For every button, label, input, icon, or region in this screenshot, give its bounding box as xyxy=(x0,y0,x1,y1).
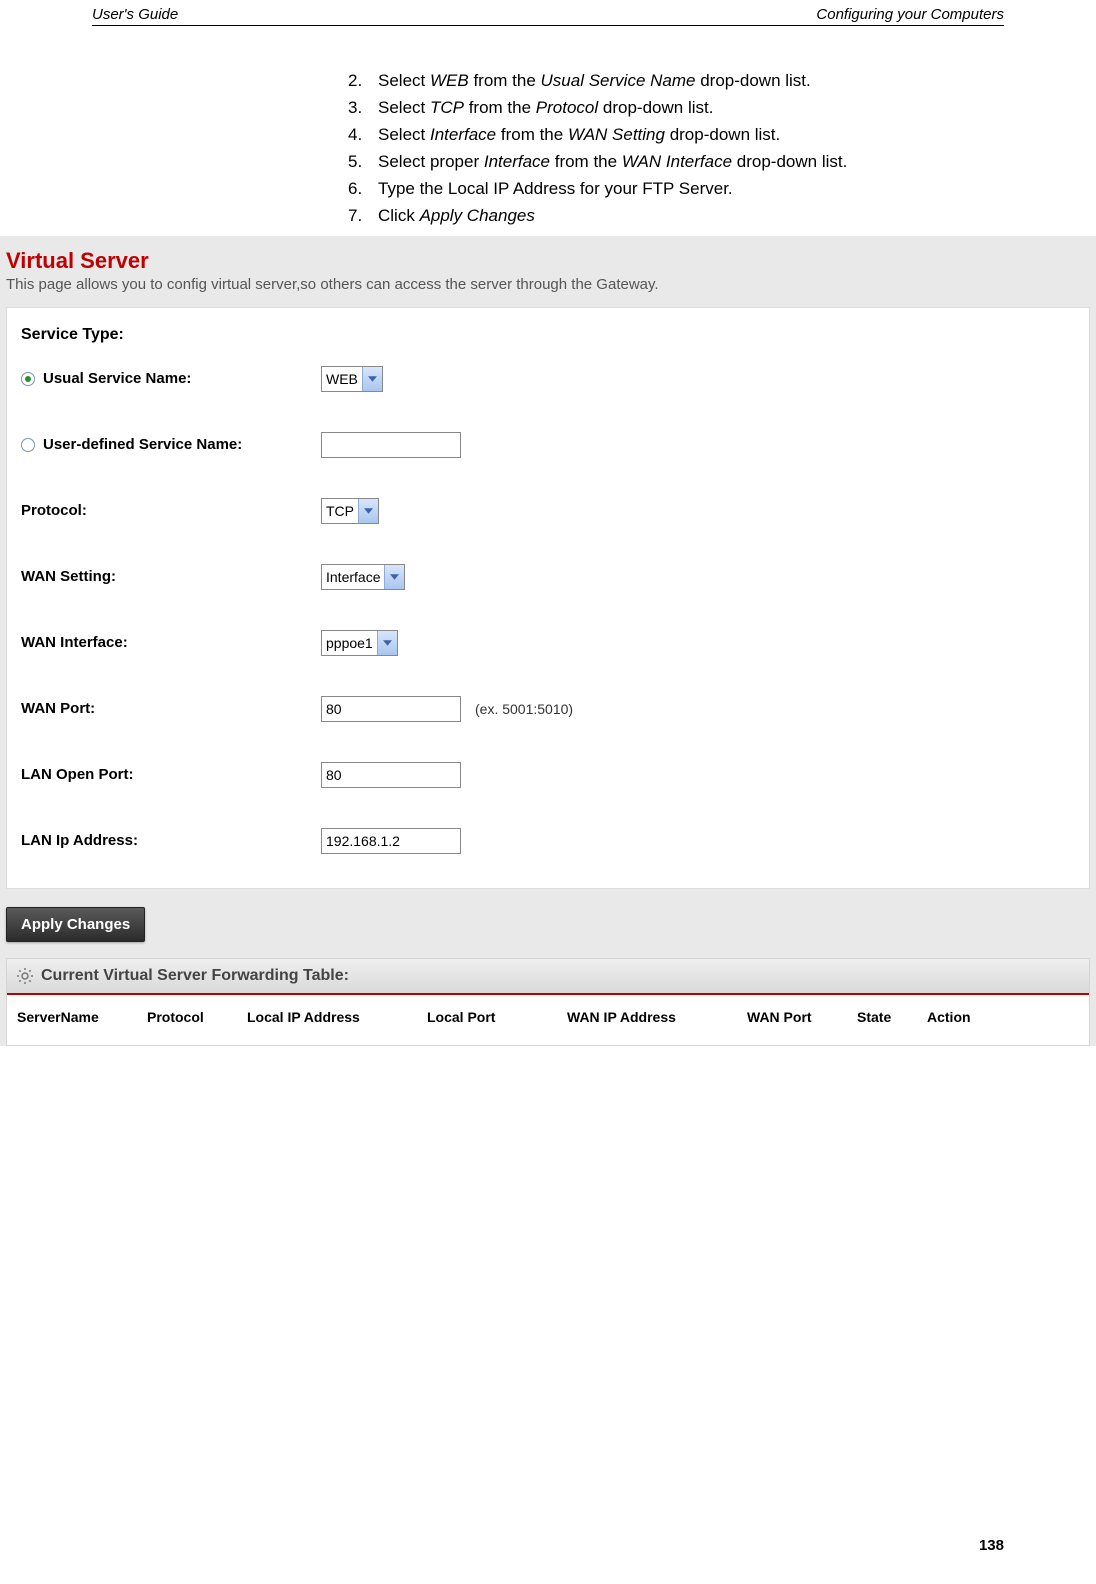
instruction-item: 2.Select WEB from the Usual Service Name… xyxy=(348,70,948,93)
instruction-text: Type the Local IP Address for your FTP S… xyxy=(378,178,948,201)
doc-header: User's Guide Configuring your Computers xyxy=(92,0,1004,26)
usual-service-radio[interactable] xyxy=(21,372,35,386)
lan-ip-input[interactable] xyxy=(321,828,461,854)
instruction-text: Select WEB from the Usual Service Name d… xyxy=(378,70,948,93)
col-servername: ServerName xyxy=(17,1009,147,1025)
page-number: 138 xyxy=(979,1537,1004,1554)
row-userdef-service: User-defined Service Name: xyxy=(21,432,1075,458)
instruction-text: Select Interface from the WAN Setting dr… xyxy=(378,124,948,147)
lan-ip-label: LAN Ip Address: xyxy=(21,832,138,849)
userdef-service-radio[interactable] xyxy=(21,438,35,452)
wan-interface-value: pppoe1 xyxy=(326,635,373,651)
doc-header-left: User's Guide xyxy=(92,6,178,23)
col-wan-ip: WAN IP Address xyxy=(567,1009,747,1025)
row-protocol: Protocol: TCP xyxy=(21,498,1075,524)
wan-port-label: WAN Port: xyxy=(21,700,95,717)
forwarding-table: Current Virtual Server Forwarding Table:… xyxy=(6,958,1090,1046)
col-protocol: Protocol xyxy=(147,1009,247,1025)
lan-open-port-input[interactable] xyxy=(321,762,461,788)
userdef-service-label: User-defined Service Name: xyxy=(43,436,242,453)
lan-open-port-label: LAN Open Port: xyxy=(21,766,134,783)
row-wan-interface: WAN Interface: pppoe1 xyxy=(21,630,1075,656)
col-local-port: Local Port xyxy=(427,1009,567,1025)
panel-title: Virtual Server xyxy=(0,244,1096,274)
instruction-item: 4.Select Interface from the WAN Setting … xyxy=(348,124,948,147)
row-wan-port: WAN Port: (ex. 5001:5010) xyxy=(21,696,1075,722)
wan-setting-select[interactable]: Interface xyxy=(321,564,405,590)
panel-subtitle: This page allows you to config virtual s… xyxy=(0,274,1096,307)
instruction-number: 7. xyxy=(348,205,378,228)
instruction-item: 5.Select proper Interface from the WAN I… xyxy=(348,151,948,174)
wan-setting-value: Interface xyxy=(326,569,380,585)
protocol-value: TCP xyxy=(326,503,354,519)
instruction-number: 4. xyxy=(348,124,378,147)
doc-header-right: Configuring your Computers xyxy=(816,6,1004,23)
instruction-number: 3. xyxy=(348,97,378,120)
table-header-row: ServerName Protocol Local IP Address Loc… xyxy=(7,995,1089,1045)
col-action: Action xyxy=(927,1009,997,1025)
instruction-number: 6. xyxy=(348,178,378,201)
wan-port-hint: (ex. 5001:5010) xyxy=(475,701,573,717)
instruction-item: 7.Click Apply Changes xyxy=(348,205,948,228)
wan-port-input[interactable] xyxy=(321,696,461,722)
usual-service-select[interactable]: WEB xyxy=(321,366,383,392)
row-lan-open-port: LAN Open Port: xyxy=(21,762,1075,788)
chevron-down-icon xyxy=(384,565,404,589)
wan-setting-label: WAN Setting: xyxy=(21,568,116,585)
row-wan-setting: WAN Setting: Interface xyxy=(21,564,1075,590)
instruction-number: 5. xyxy=(348,151,378,174)
service-type-label: Service Type: xyxy=(21,326,1075,344)
wan-interface-select[interactable]: pppoe1 xyxy=(321,630,398,656)
virtual-server-panel: Virtual Server This page allows you to c… xyxy=(0,236,1096,1046)
instruction-number: 2. xyxy=(348,70,378,93)
instruction-text: Select TCP from the Protocol drop-down l… xyxy=(378,97,948,120)
usual-service-value: WEB xyxy=(326,371,358,387)
gear-icon xyxy=(17,968,33,984)
col-local-ip: Local IP Address xyxy=(247,1009,427,1025)
usual-service-label: Usual Service Name: xyxy=(43,370,191,387)
wan-interface-label: WAN Interface: xyxy=(21,634,128,651)
chevron-down-icon xyxy=(358,499,378,523)
instruction-item: 6.Type the Local IP Address for your FTP… xyxy=(348,178,948,201)
col-state: State xyxy=(857,1009,927,1025)
instruction-text: Select proper Interface from the WAN Int… xyxy=(378,151,948,174)
col-wan-port: WAN Port xyxy=(747,1009,857,1025)
chevron-down-icon xyxy=(377,631,397,655)
apply-changes-button[interactable]: Apply Changes xyxy=(6,907,145,942)
instruction-item: 3.Select TCP from the Protocol drop-down… xyxy=(348,97,948,120)
protocol-select[interactable]: TCP xyxy=(321,498,379,524)
userdef-service-input[interactable] xyxy=(321,432,461,458)
service-form: Service Type: Usual Service Name: WEB Us… xyxy=(6,307,1090,889)
forwarding-table-title: Current Virtual Server Forwarding Table: xyxy=(41,967,349,985)
row-lan-ip: LAN Ip Address: xyxy=(21,828,1075,854)
chevron-down-icon xyxy=(362,367,382,391)
protocol-label: Protocol: xyxy=(21,502,87,519)
instruction-list: 2.Select WEB from the Usual Service Name… xyxy=(348,70,948,228)
row-usual-service: Usual Service Name: WEB xyxy=(21,366,1075,392)
instruction-text: Click Apply Changes xyxy=(378,205,948,228)
